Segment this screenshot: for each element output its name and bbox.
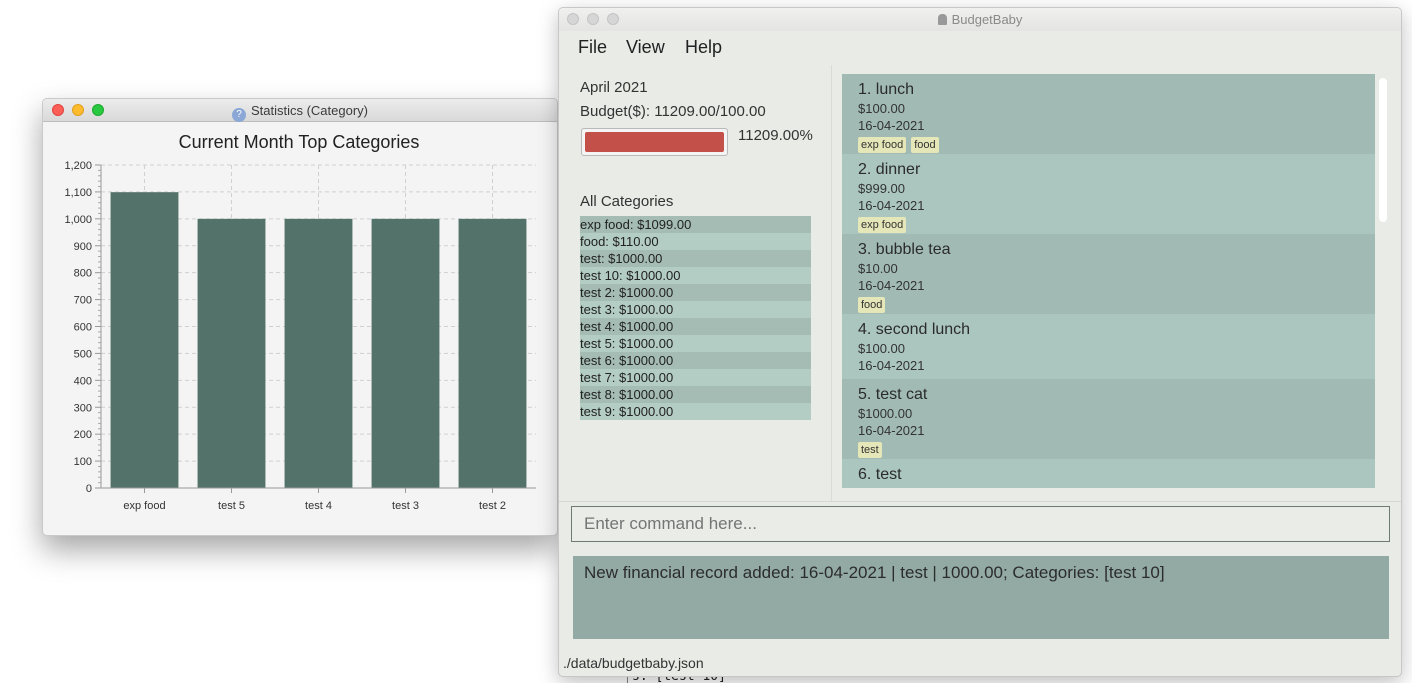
budget-progress-fill [585, 132, 724, 152]
x-tick-label: exp food [123, 500, 165, 512]
record-title: 3. bubble tea [858, 241, 951, 258]
record-card[interactable]: 1. lunch $100.00 16-04-2021 exp food food [842, 74, 1375, 154]
bar-test-5 [197, 218, 266, 488]
app-title-text: BudgetBaby [951, 12, 1023, 27]
pane-divider[interactable] [831, 65, 832, 501]
y-tick-label: 700 [74, 295, 92, 307]
record-date: 16-04-2021 [858, 278, 925, 293]
record-amount: $100.00 [858, 101, 905, 116]
category-item[interactable]: test 10: $1000.00 [580, 267, 811, 284]
x-tick-label: test 3 [392, 500, 419, 512]
x-tick-label: test 5 [218, 500, 245, 512]
record-date: 16-04-2021 [858, 118, 925, 133]
category-item[interactable]: test 3: $1000.00 [580, 301, 811, 318]
bar-test-2 [458, 218, 527, 488]
bar-exp-food [110, 192, 179, 488]
stats-titlebar: ? Statistics (Category) [43, 99, 557, 122]
bar-test-4 [284, 218, 353, 488]
category-tag: food [858, 297, 886, 313]
budget-amount: Budget($): 11209.00/100.00 [580, 103, 766, 120]
record-tags: test [858, 440, 1375, 458]
y-tick-label: 400 [74, 375, 92, 387]
category-item[interactable]: test 8: $1000.00 [580, 386, 811, 403]
category-item[interactable]: test 9: $1000.00 [580, 403, 811, 420]
stats-window-title: ? Statistics (Category) [43, 103, 557, 122]
category-item[interactable]: food: $110.00 [580, 233, 811, 250]
bar-test-3 [371, 218, 440, 488]
y-tick-label: 500 [74, 348, 92, 360]
chef-hat-icon [937, 14, 947, 25]
budget-progress-bar [581, 128, 728, 156]
app-window-title: BudgetBaby [559, 12, 1401, 27]
menu-help[interactable]: Help [685, 37, 722, 58]
budget-percent: 11209.00% [738, 127, 813, 144]
budget-panel: April 2021 Budget($): 11209.00/100.00 11… [559, 65, 831, 501]
y-tick-label: 300 [74, 402, 92, 414]
record-title: 4. second lunch [858, 321, 971, 338]
record-card[interactable]: 6. test$1000.0016-04-2021 [842, 459, 1375, 488]
result-display: New financial record added: 16-04-2021 |… [573, 556, 1389, 639]
command-input[interactable] [571, 506, 1390, 542]
category-item[interactable]: exp food: $1099.00 [580, 216, 811, 233]
category-tag: food [911, 137, 939, 153]
y-tick-label: 800 [74, 268, 92, 280]
category-tag: exp food [858, 217, 907, 233]
category-item[interactable]: test 2: $1000.00 [580, 284, 811, 301]
record-tags: exp food [858, 215, 1375, 233]
record-amount: $10.00 [858, 261, 898, 276]
record-amount: $1000.00 [858, 485, 1375, 488]
category-tag: exp food [858, 137, 907, 153]
y-tick-label: 1,200 [64, 160, 92, 172]
record-card[interactable]: 4. second lunch $100.00 16-04-2021 [842, 314, 1375, 379]
record-amount: $999.00 [858, 181, 905, 196]
y-tick-label: 1,000 [64, 214, 92, 226]
category-tag: test [858, 442, 882, 458]
record-tags: food [858, 295, 1375, 313]
record-tags: exp food food [858, 135, 1375, 153]
menu-view[interactable]: View [626, 37, 665, 58]
budget-month: April 2021 [580, 79, 648, 96]
category-item[interactable]: test: $1000.00 [580, 250, 811, 267]
category-bar-chart: Current Month Top Categories 0 100 200 300 4… [64, 132, 536, 512]
record-amount: $100.00 [858, 341, 905, 356]
menu-file[interactable]: File [578, 37, 607, 58]
y-tick-label: 200 [74, 429, 92, 441]
x-tick-label: test 4 [305, 500, 332, 512]
category-item[interactable]: test 6: $1000.00 [580, 352, 811, 369]
category-item[interactable]: test 5: $1000.00 [580, 335, 811, 352]
record-card[interactable]: 3. bubble tea $10.00 16-04-2021 food [842, 234, 1375, 314]
section-separator [559, 501, 1401, 502]
record-title: 6. test [858, 466, 902, 483]
all-categories-label: All Categories [580, 193, 674, 210]
category-list[interactable]: exp food: $1099.00 food: $110.00 test: $10… [580, 216, 811, 420]
record-title: 1. lunch [858, 81, 915, 98]
x-tick-label: test 2 [479, 500, 506, 512]
y-tick-label: 100 [74, 456, 92, 468]
financial-record-list[interactable]: 1. lunch $100.00 16-04-2021 exp food food 2. … [842, 74, 1375, 488]
y-tick-label: 1,100 [64, 187, 92, 199]
stats-title-text: Statistics (Category) [250, 103, 369, 118]
record-list-scrollbar[interactable] [1379, 78, 1387, 222]
y-tick-label: 0 [86, 483, 92, 495]
record-amount: $1000.00 [858, 406, 913, 421]
category-item[interactable]: test 7: $1000.00 [580, 369, 811, 386]
y-tick-label: 900 [74, 241, 92, 253]
record-card[interactable]: 5. test cat $1000.00 16-04-2021 test [842, 379, 1375, 459]
record-date: 16-04-2021 [858, 358, 925, 373]
record-card[interactable]: 2. dinner $999.00 16-04-2021 exp food [842, 154, 1375, 234]
record-title: 2. dinner [858, 161, 921, 178]
help-icon: ? [231, 108, 246, 122]
menu-bar: File View Help [559, 31, 1401, 65]
record-date: 16-04-2021 [858, 198, 925, 213]
record-title: 5. test cat [858, 386, 928, 403]
status-bar-path: ./data/budgetbaby.json [563, 655, 704, 671]
record-date: 16-04-2021 [858, 423, 925, 438]
budgetbaby-window: BudgetBaby File View Help April 2021 Bud… [558, 7, 1402, 677]
chart-title: Current Month Top Categories [179, 132, 420, 152]
y-tick-label: 600 [74, 322, 92, 334]
category-item[interactable]: test 4: $1000.00 [580, 318, 811, 335]
app-titlebar: BudgetBaby [559, 8, 1401, 31]
statistics-window: ? Statistics (Category) Current Month Top… [42, 98, 558, 536]
